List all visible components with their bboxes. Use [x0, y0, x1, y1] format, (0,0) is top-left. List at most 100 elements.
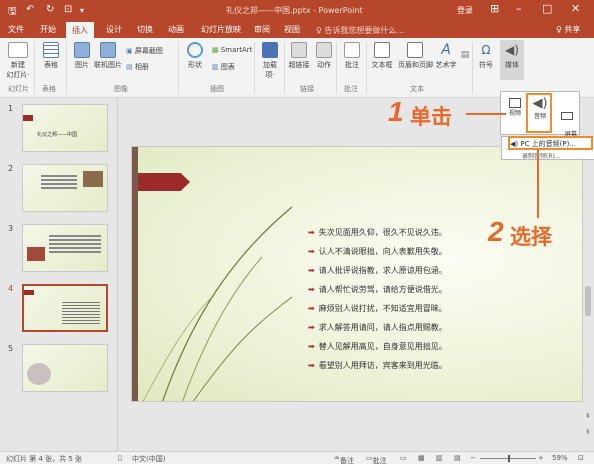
- slide-thumbnail-pane: 1 礼仪之邦——中国 2 3 4 5: [0, 98, 118, 451]
- comment-button[interactable]: 批注: [342, 42, 362, 70]
- previous-slide-icon[interactable]: ⇞: [585, 412, 591, 420]
- fit-slide-icon[interactable]: ⊡: [578, 454, 584, 462]
- slide-thumbnail-4[interactable]: [22, 284, 108, 332]
- tab-file[interactable]: 文件: [8, 24, 24, 35]
- table-label: 表格: [44, 61, 58, 69]
- hyperlink-label: 超链接: [288, 61, 310, 69]
- thumbnail-arrow: [24, 290, 34, 295]
- step-1-label: 单击: [410, 105, 452, 129]
- language-indicator[interactable]: 中文(中国): [132, 454, 165, 464]
- add-ins-button[interactable]: 加载 项·: [258, 42, 282, 80]
- slide-sorter-icon[interactable]: ▦: [418, 454, 425, 462]
- action-button[interactable]: 动作: [314, 42, 334, 70]
- smartart-button[interactable]: ▦ SmartArt: [212, 46, 252, 54]
- speaker-icon: ◀): [505, 43, 519, 57]
- group-label-comments: 批注: [344, 85, 358, 93]
- photo-album-icon: ▤: [126, 63, 135, 71]
- slide-thumbnail-1[interactable]: 礼仪之邦——中国: [22, 104, 108, 152]
- maximize-icon[interactable]: □: [542, 2, 552, 15]
- online-pictures-button[interactable]: 联机图片: [94, 42, 122, 70]
- normal-view-icon[interactable]: ▭: [400, 454, 407, 462]
- bullet-arrow-icon: ➡: [308, 342, 315, 351]
- bullet-arrow-icon: ➡: [308, 323, 315, 332]
- spelling-check-icon[interactable]: ▯: [118, 454, 122, 462]
- hyperlink-icon: [291, 42, 307, 58]
- text-box-icon: [374, 42, 390, 58]
- slideshow-view-icon[interactable]: ▤: [454, 454, 461, 462]
- action-icon: [316, 42, 332, 58]
- next-slide-icon[interactable]: ⇟: [585, 428, 591, 436]
- zoom-slider-thumb[interactable]: [508, 455, 510, 462]
- smartart-icon: ▦: [212, 46, 221, 54]
- bullet-arrow-icon: ➡: [308, 266, 315, 275]
- header-footer-icon: [407, 42, 423, 58]
- zoom-in-icon[interactable]: +: [538, 454, 544, 462]
- zoom-level[interactable]: 59%: [552, 454, 568, 462]
- slide-canvas[interactable]: ➡ 失次见面用久仰，很久不见说久违。 ➡ 认人不清说眼拙，向人表歉用失敬。 ➡ 请人批…: [131, 146, 583, 402]
- tell-me-search[interactable]: ♀ 告诉我您想要做什么...: [316, 25, 404, 36]
- symbols-button[interactable]: Ω 符号: [476, 42, 496, 70]
- tab-review[interactable]: 审阅: [254, 24, 270, 35]
- header-footer-button[interactable]: 页眉和页脚: [398, 42, 433, 70]
- ribbon-insert: 新建 幻灯片· 表格 图片 联机图片 ▣ 屏幕截图 ▤ 相册 形状 ▦ Smar…: [0, 38, 594, 98]
- notes-button[interactable]: ≐ 备注: [334, 454, 354, 464]
- sign-in-link[interactable]: 登录: [457, 5, 473, 16]
- share-button[interactable]: ♀ 共享: [556, 24, 580, 35]
- video-button[interactable]: 视频: [505, 98, 525, 117]
- save-icon[interactable]: 🖫: [8, 4, 17, 21]
- slide-text-line: ➡ 求人解答用请问，请人指点用赐教。: [308, 323, 447, 332]
- thumbnail-number: 2: [8, 164, 14, 173]
- comment-label: 批注: [345, 61, 359, 69]
- video-label: 视频: [508, 110, 521, 117]
- table-button[interactable]: 表格: [40, 42, 62, 70]
- wordart-button[interactable]: A 艺术字: [434, 42, 458, 70]
- more-text-icon[interactable]: ▤: [460, 50, 470, 60]
- media-button[interactable]: ◀) 媒体: [500, 40, 524, 80]
- zoom-out-icon[interactable]: −: [470, 454, 476, 462]
- slide-thumbnail-3[interactable]: [22, 224, 108, 272]
- slide-thumbnail-2[interactable]: [22, 164, 108, 212]
- ribbon-display-options-icon[interactable]: ⊞: [490, 2, 499, 15]
- chart-button[interactable]: ▥ 图表: [212, 62, 235, 72]
- table-icon: [43, 42, 59, 58]
- group-separator: [336, 42, 337, 94]
- minimize-icon[interactable]: –: [516, 2, 522, 15]
- comments-button[interactable]: ▭ 批注: [366, 454, 387, 464]
- shapes-button[interactable]: 形状: [184, 42, 206, 70]
- symbols-label: 符号: [479, 61, 493, 69]
- slide-text-line: ➡ 替人见解用高见，自身意见用拙见。: [308, 342, 447, 351]
- tab-view[interactable]: 视图: [284, 24, 300, 35]
- thumbnail-number: 1: [8, 104, 14, 113]
- customize-toolbar-icon[interactable]: ▾: [80, 6, 84, 15]
- tab-home[interactable]: 开始: [40, 24, 56, 35]
- pictures-button[interactable]: 图片: [72, 42, 92, 70]
- slide-thumbnail-5[interactable]: [22, 344, 108, 392]
- tab-transitions[interactable]: 切换: [137, 24, 153, 35]
- record-audio-menu-item[interactable]: 录制音频(R)...: [522, 151, 561, 160]
- shapes-label: 形状: [188, 61, 202, 69]
- group-label-slides: 幻灯片: [8, 85, 29, 93]
- thumbnail-number: 3: [8, 224, 14, 233]
- screenshot-button[interactable]: ▣ 屏幕截图: [126, 46, 163, 56]
- photo-album-button[interactable]: ▤ 相册: [126, 62, 149, 72]
- undo-icon[interactable]: ↶: [26, 4, 34, 15]
- shapes-icon: [187, 42, 203, 58]
- reading-view-icon[interactable]: ▥: [436, 454, 443, 462]
- photo-album-label: 相册: [134, 63, 149, 71]
- tab-animations[interactable]: 动画: [168, 24, 184, 35]
- close-icon[interactable]: ✕: [571, 2, 580, 15]
- thumbnail-text-lines: [41, 175, 77, 177]
- start-slideshow-icon[interactable]: ⊡: [64, 4, 72, 15]
- new-slide-button[interactable]: 新建 幻灯片·: [4, 42, 32, 80]
- screenshot-icon: ▣: [126, 47, 135, 55]
- text-box-button[interactable]: 文本框: [370, 42, 394, 70]
- bullet-arrow-icon: ➡: [308, 361, 315, 370]
- redo-icon[interactable]: ↻: [46, 4, 54, 15]
- tab-design[interactable]: 设计: [106, 24, 122, 35]
- tab-slideshow[interactable]: 幻灯片放映: [201, 24, 241, 35]
- status-bar: 幻灯片 第 4 张，共 5 张 ▯ 中文(中国) ≐ 备注 ▭ 批注 ▭ ▦ ▥…: [0, 451, 594, 464]
- scrollbar-thumb[interactable]: [585, 286, 591, 316]
- screenshot-label: 屏幕截图: [134, 47, 163, 55]
- hyperlink-button[interactable]: 超链接: [286, 42, 312, 70]
- tab-insert[interactable]: 插入: [66, 22, 94, 38]
